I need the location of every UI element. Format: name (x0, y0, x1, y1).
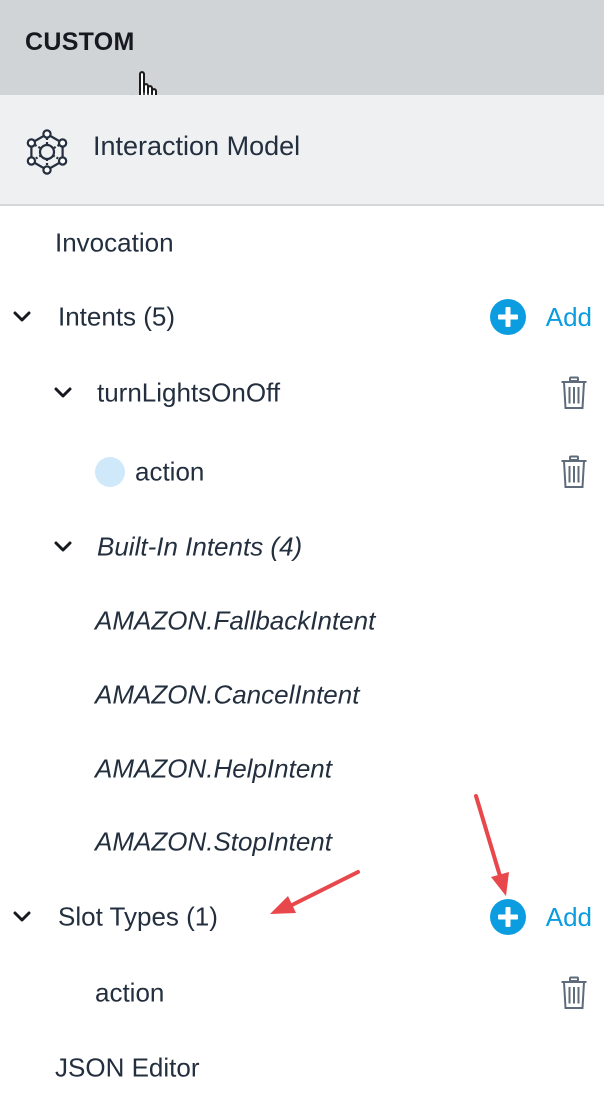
section-title: Interaction Model (93, 131, 301, 161)
trash-icon[interactable] (560, 976, 588, 1010)
header-title: CUSTOM (25, 28, 135, 56)
trash-icon[interactable] (560, 455, 588, 489)
add-slot-type-button[interactable]: Add (489, 897, 592, 937)
nav-item-slot-types[interactable]: Slot Types (1) Add (0, 887, 604, 947)
custom-header[interactable]: CUSTOM (0, 0, 604, 118)
nav-item-slot-type[interactable]: action (0, 963, 604, 1023)
builtin-intent-label: AMAZON.FallbackIntent (95, 605, 376, 636)
plus-circle-icon (489, 899, 526, 935)
interaction-model-section[interactable]: Interaction Model (0, 95, 604, 206)
plus-circle-icon (489, 299, 526, 335)
chevron-down-icon[interactable] (53, 540, 73, 554)
nav-item-intent[interactable]: turnLightsOnOff (0, 363, 604, 423)
slot-dot-icon (95, 457, 125, 487)
trash-icon[interactable] (560, 376, 588, 410)
chevron-down-icon[interactable] (12, 310, 32, 324)
builtin-intents-label: Built-In Intents (4) (97, 531, 303, 562)
intents-label: Intents (5) (58, 301, 176, 332)
slot-types-label: Slot Types (1) (58, 901, 218, 932)
nav-item-builtin-intent[interactable]: AMAZON.HelpIntent (0, 739, 604, 799)
chevron-down-icon[interactable] (12, 910, 32, 924)
nav-item-json-editor[interactable]: JSON Editor (0, 1038, 604, 1098)
nav-item-intents[interactable]: Intents (5) Add (0, 287, 604, 347)
add-intent-button[interactable]: Add (489, 297, 592, 337)
nav-item-builtin-intent[interactable]: AMAZON.FallbackIntent (0, 591, 604, 651)
nav-item-builtin-intent[interactable]: AMAZON.StopIntent (0, 812, 604, 872)
add-intent-label: Add (545, 301, 592, 332)
nav-item-invocation[interactable]: Invocation (0, 213, 604, 273)
chevron-down-icon[interactable] (53, 386, 73, 400)
nav-item-builtin-intent[interactable]: AMAZON.CancelIntent (0, 665, 604, 725)
slot-type-label: action (95, 977, 165, 1008)
builtin-intent-label: AMAZON.HelpIntent (95, 753, 332, 784)
json-editor-label: JSON Editor (55, 1052, 200, 1083)
slot-label: action (135, 456, 205, 487)
nav-item-slot[interactable]: action (0, 442, 604, 502)
nav-item-builtin-intents[interactable]: Built-In Intents (4) (0, 517, 604, 577)
builtin-intent-label: AMAZON.StopIntent (95, 826, 332, 857)
intent-label: turnLightsOnOff (97, 377, 281, 408)
interaction-model-icon (26, 129, 68, 175)
add-slot-type-label: Add (545, 901, 592, 932)
invocation-label: Invocation (55, 227, 174, 258)
builtin-intent-label: AMAZON.CancelIntent (95, 679, 360, 710)
